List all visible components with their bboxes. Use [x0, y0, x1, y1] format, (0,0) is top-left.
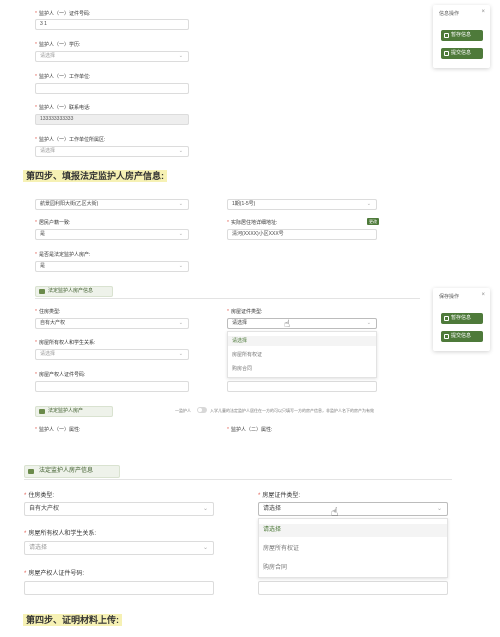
building-select[interactable]: 1期(1-5号) ⌄	[227, 199, 377, 210]
owner-certno-label: * 房屋产权人证件号码:	[24, 571, 85, 577]
housing-type-select[interactable]: 自有大产权 ⌄	[24, 502, 214, 516]
address-label: * 实际居住地详细地址:	[227, 220, 278, 226]
cert-type-select[interactable]: 请选择 ⌄	[258, 502, 448, 516]
hand-cursor-icon: ☝	[284, 319, 291, 330]
chevron-down-icon: ⌄	[366, 320, 371, 326]
document-icon	[444, 334, 449, 339]
guardian1-district-select[interactable]: 请选择 ⌄	[35, 146, 189, 157]
address-change-tag[interactable]: 更改	[367, 218, 379, 225]
chevron-down-icon: ⌄	[178, 201, 183, 207]
owner-relation-label: * 房屋所有权人和学生关系:	[35, 340, 96, 346]
section-divider	[24, 479, 452, 480]
guardian1-phone-input: 133333333333	[35, 114, 189, 125]
owner-relation-select[interactable]: 请选择 ⌄	[24, 541, 214, 555]
section1-panel: * 监护人（一）证件号码: 3 1 * 监护人（一）学历: 请选择 ⌄ * 监护人（一）…	[27, 0, 432, 160]
close-icon[interactable]: ×	[481, 292, 485, 298]
guardian1-district-label: * 监护人（一）工作单位所属区:	[35, 137, 106, 143]
owner-certno-input[interactable]	[24, 581, 214, 595]
chevron-down-icon: ⌄	[178, 53, 183, 59]
single-guardian-label: 一监护人	[175, 408, 191, 413]
chevron-down-icon: ⌄	[202, 506, 208, 512]
guardian1-id-input[interactable]: 3 1	[35, 19, 189, 30]
save-draft-button[interactable]: 暂存信息	[441, 313, 483, 324]
chevron-down-icon: ⌄	[178, 231, 183, 237]
side-panel-title: 信息操作	[439, 11, 460, 17]
side-panel-save: 保存操作 × 暂存信息 提交信息	[433, 288, 490, 351]
cert-type-label: * 房屋证件类型:	[258, 493, 301, 499]
dropdown-option[interactable]: 请选择	[259, 524, 447, 537]
document-icon	[444, 51, 449, 56]
cert-type-label: * 房屋证件类型:	[227, 309, 263, 315]
dropdown-option[interactable]: 请选择	[228, 336, 376, 346]
dropdown-option[interactable]: 购房合同	[228, 364, 376, 374]
save-draft-button[interactable]: 暂存信息	[441, 30, 483, 41]
housing-type-label: * 住房类型:	[35, 309, 61, 315]
pencil-icon	[444, 33, 449, 38]
dropdown-option[interactable]: 房屋所有权证	[228, 350, 376, 360]
dropdown-option[interactable]: 房屋所有权证	[259, 543, 447, 556]
guardian1-id-label: * 监护人（一）证件号码:	[35, 11, 91, 17]
tab-guardian-property-2[interactable]: 法定监护人房产	[35, 406, 113, 417]
chevron-down-icon: ⌄	[366, 201, 371, 207]
chevron-down-icon: ⌄	[178, 320, 183, 326]
owner-relation-label: * 房屋所有权人和学生关系:	[24, 531, 97, 537]
single-guardian-toggle[interactable]	[197, 407, 207, 413]
section3-panel: 法定监护人房产信息 * 住房类型: 自有大产权 ⌄ * 房屋证件类型: 请选择 ⌄ * 房…	[18, 455, 458, 610]
step5-heading: 第四步、证明材料上传:	[23, 613, 122, 626]
address-input[interactable]: 清河(XXXX)小区XXX号	[227, 229, 377, 240]
owner-certno-label: * 房屋产权人证件号码:	[35, 372, 86, 378]
community-select[interactable]: 航景园利阳大街(乙区大街) ⌄	[35, 199, 189, 210]
owner-relation-select[interactable]: 请选择 ⌄	[35, 349, 189, 360]
guardian1-edu-select[interactable]: 请选择 ⌄	[35, 51, 189, 62]
tab-guardian-property[interactable]: 法定监护人房产信息	[24, 465, 120, 478]
guardian1-attr-label: * 监护人（一）属性:	[35, 427, 81, 433]
tab-guardian-property[interactable]: 法定监护人房产信息	[35, 286, 113, 297]
side-panel-info: 信息操作 × 暂存信息 提交信息	[433, 5, 490, 68]
cert-type-select[interactable]: 请选择 ⌄	[227, 318, 377, 329]
chevron-down-icon: ⌄	[202, 545, 208, 551]
guardian1-work-input[interactable]	[35, 83, 189, 94]
housing-type-select[interactable]: 自有大产权 ⌄	[35, 318, 189, 329]
property-note: 入学儿童的法定监护人居住在一方的可以只填写一方的房产信息，非监护人名下的房产为有…	[210, 408, 374, 413]
close-icon[interactable]: ×	[481, 9, 485, 15]
section-divider	[35, 298, 420, 299]
hand-cursor-icon: ☝	[331, 505, 339, 519]
guardian1-phone-label: * 监护人（一）联系电话:	[35, 105, 91, 111]
owner-certno-input[interactable]	[35, 381, 189, 392]
pencil-icon	[444, 316, 449, 321]
household-select[interactable]: 是 ⌄	[35, 229, 189, 240]
cert-type-dropdown: 请选择 房屋所有权证 购房合同	[258, 518, 448, 578]
chevron-down-icon: ⌄	[178, 351, 183, 357]
step4-heading: 第四步、填报法定监护人房产信息:	[23, 169, 167, 182]
house-icon	[28, 469, 34, 474]
submit-info-button[interactable]: 提交信息	[441, 48, 483, 59]
cert-type-dropdown: 请选择 房屋所有权证 购房合同	[227, 331, 377, 378]
chevron-down-icon: ⌄	[178, 263, 183, 269]
house-icon	[39, 409, 45, 414]
guardian1-work-label: * 监护人（一）工作单位:	[35, 74, 91, 80]
submit-info-button[interactable]: 提交信息	[441, 331, 483, 342]
owner-certno-input-right[interactable]	[227, 381, 377, 392]
section2-panel: 航景园利阳大街(乙区大街) ⌄ 1期(1-5号) ⌄ * 居民户籍一致: 是 ⌄ * 实际…	[27, 192, 432, 433]
housing-type-label: * 住房类型:	[24, 493, 55, 499]
chevron-down-icon: ⌄	[436, 506, 442, 512]
guardian-property-label: * 是否是法定监护人房产:	[35, 252, 91, 258]
guardian-property-select[interactable]: 是 ⌄	[35, 261, 189, 272]
guardian1-edu-label: * 监护人（一）学历:	[35, 42, 81, 48]
household-label: * 居民户籍一致:	[35, 220, 71, 226]
owner-certno-input-right[interactable]	[258, 581, 448, 595]
guardian2-attr-label: * 监护人（二）属性:	[227, 427, 273, 433]
side-panel-title: 保存操作	[439, 294, 460, 300]
chevron-down-icon: ⌄	[178, 148, 183, 154]
house-icon	[39, 289, 45, 294]
dropdown-option[interactable]: 购房合同	[259, 562, 447, 575]
